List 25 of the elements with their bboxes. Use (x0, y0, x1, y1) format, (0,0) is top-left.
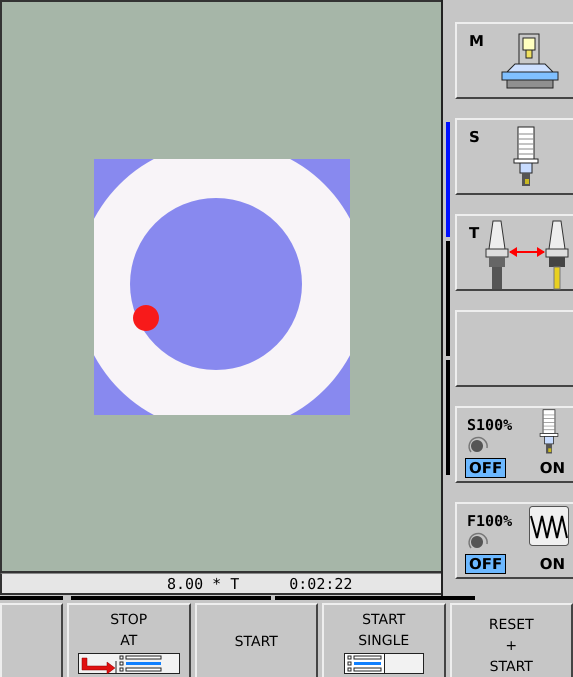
key-label: S (469, 128, 480, 146)
elapsed-time: 0:02:22 (289, 574, 352, 592)
mode-option: OFF (465, 458, 506, 478)
stop-at-icon (78, 653, 180, 674)
single-block-icon (344, 653, 424, 674)
mode-option: ON (536, 554, 569, 574)
spindle-icon (513, 126, 539, 188)
status-value: 8.00 * T (167, 574, 240, 592)
side-softkey[interactable]: M (457, 24, 573, 97)
override-label: S100% (467, 416, 512, 434)
soft-key[interactable]: START SINGLE (324, 605, 444, 677)
key-label: M (469, 32, 484, 50)
soft-key[interactable]: RESET + START (452, 605, 571, 677)
soft-key[interactable]: START (196, 605, 316, 677)
side-softkey[interactable]: T (457, 216, 573, 289)
side-softkey[interactable]: F100% OFF ON (457, 504, 573, 577)
override-label: F100% (467, 512, 512, 530)
mode-option: OFF (465, 554, 506, 574)
spindle-icon (539, 409, 559, 455)
mode-option: ON (536, 458, 569, 478)
key-label: T (469, 224, 480, 242)
soft-key[interactable]: STOP AT (69, 605, 188, 677)
side-softkey[interactable]: S100% OFF ON (457, 408, 573, 481)
side-softkey[interactable]: S (457, 120, 573, 193)
zigzag-icon (529, 506, 569, 546)
